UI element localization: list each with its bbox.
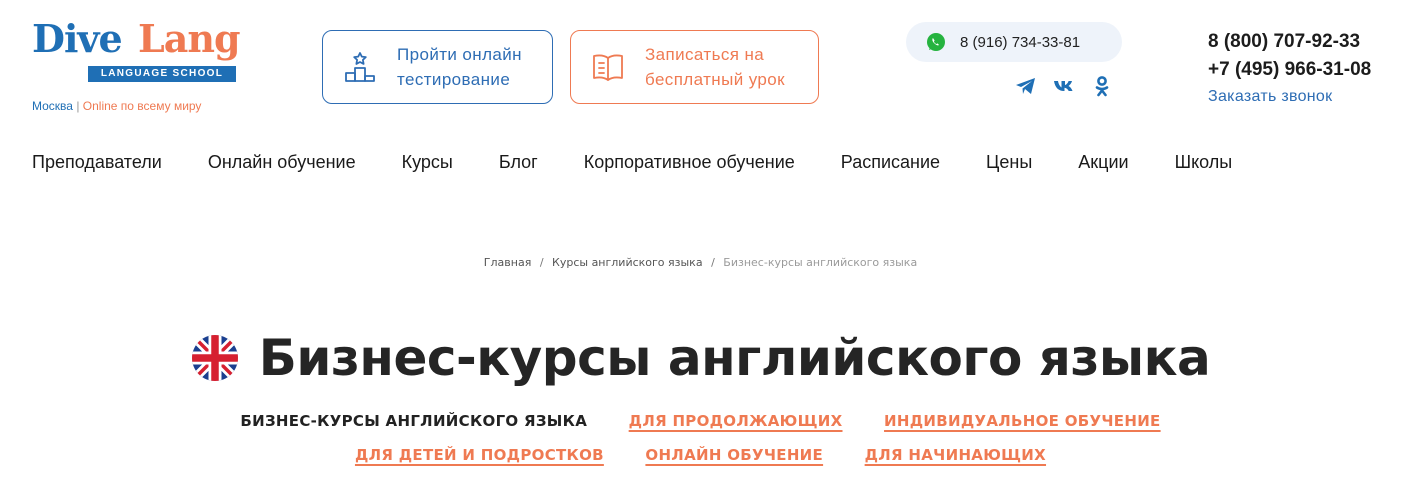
whatsapp-number: 8 (916) 734-33-81: [960, 33, 1081, 51]
whatsapp-contact[interactable]: 8 (916) 734-33-81: [906, 22, 1122, 62]
course-subnav-row-2: ДЛЯ ДЕТЕЙ И ПОДРОСТКОВ ОНЛАЙН ОБУЧЕНИЕ Д…: [0, 446, 1401, 464]
online-link[interactable]: Online по всему миру: [83, 99, 202, 113]
nav-item-prices[interactable]: Цены: [986, 150, 1032, 174]
logo-tagline: LANGUAGE SCHOOL: [88, 66, 236, 82]
breadcrumb-separator: /: [711, 256, 715, 269]
podium-icon: [345, 52, 375, 82]
subnav-business-courses: БИЗНЕС-КУРСЫ АНГЛИЙСКОГО ЯЗЫКА: [240, 412, 588, 430]
nav-item-promotions[interactable]: Акции: [1078, 150, 1128, 174]
free-lesson-button[interactable]: Записаться на бесплатный урок: [570, 30, 819, 104]
breadcrumb-current: Бизнес-курсы английского языка: [723, 256, 918, 269]
odnoklassniki-icon[interactable]: [1090, 74, 1114, 98]
city-link[interactable]: Москва: [32, 99, 73, 113]
online-test-label: Пройти онлайн тестирование: [397, 42, 522, 92]
nav-item-corporate[interactable]: Корпоративное обучение: [584, 150, 795, 174]
vk-icon[interactable]: [1052, 74, 1076, 98]
nav-item-courses[interactable]: Курсы: [402, 150, 453, 174]
phone-secondary[interactable]: +7 (495) 966-31-08: [1208, 56, 1371, 84]
online-test-line-1: Пройти онлайн: [397, 45, 522, 64]
nav-item-schedule[interactable]: Расписание: [841, 150, 940, 174]
subnav-kids-teens[interactable]: ДЛЯ ДЕТЕЙ И ПОДРОСТКОВ: [355, 446, 604, 464]
city-line: Москва | Online по всему миру: [32, 99, 201, 113]
breadcrumb: Главная / Курсы английского языка / Бизн…: [0, 256, 1401, 269]
page-title: Бизнес-курсы английского языка: [258, 329, 1211, 387]
breadcrumb-separator: /: [539, 256, 544, 269]
logo-word-dive: Dive: [32, 16, 123, 61]
book-icon: [593, 54, 623, 81]
nav-item-blog[interactable]: Блог: [499, 150, 538, 174]
free-lesson-label: Записаться на бесплатный урок: [645, 42, 785, 92]
subnav-continuing[interactable]: ДЛЯ ПРОДОЛЖАЮЩИХ: [629, 412, 843, 430]
uk-flag-icon: [191, 335, 238, 381]
course-subnav-row-1: БИЗНЕС-КУРСЫ АНГЛИЙСКОГО ЯЗЫКА ДЛЯ ПРОДО…: [0, 412, 1401, 430]
telegram-icon[interactable]: [1014, 74, 1038, 98]
social-links: [1014, 74, 1114, 98]
main-nav: Преподаватели Онлайн обучение Курсы Блог…: [32, 150, 1278, 174]
logo-word-lang: Lang: [138, 16, 241, 61]
title-row: Бизнес-курсы английского языка: [0, 326, 1401, 390]
online-test-button[interactable]: Пройти онлайн тестирование: [322, 30, 553, 104]
subnav-beginners[interactable]: ДЛЯ НАЧИНАЮЩИХ: [865, 446, 1046, 464]
breadcrumb-courses[interactable]: Курсы английского языка: [552, 256, 703, 269]
logo[interactable]: Dive Lang LANGUAGE SCHOOL: [32, 16, 241, 84]
phone-primary[interactable]: 8 (800) 707-92-33: [1208, 28, 1371, 56]
city-separator: |: [76, 99, 80, 113]
free-lesson-line-2: бесплатный урок: [645, 70, 785, 89]
callback-link[interactable]: Заказать звонок: [1208, 84, 1371, 110]
nav-item-online[interactable]: Онлайн обучение: [208, 150, 356, 174]
nav-item-teachers[interactable]: Преподаватели: [32, 150, 162, 174]
online-test-line-2: тестирование: [397, 70, 511, 89]
breadcrumb-home[interactable]: Главная: [484, 256, 532, 269]
subnav-online[interactable]: ОНЛАЙН ОБУЧЕНИЕ: [645, 446, 823, 464]
free-lesson-line-1: Записаться на: [645, 45, 765, 64]
nav-item-schools[interactable]: Школы: [1175, 150, 1233, 174]
whatsapp-icon: [927, 33, 945, 51]
phone-block: 8 (800) 707-92-33 +7 (495) 966-31-08 Зак…: [1208, 28, 1371, 110]
subnav-individual[interactable]: ИНДИВИДУАЛЬНОЕ ОБУЧЕНИЕ: [884, 412, 1161, 430]
